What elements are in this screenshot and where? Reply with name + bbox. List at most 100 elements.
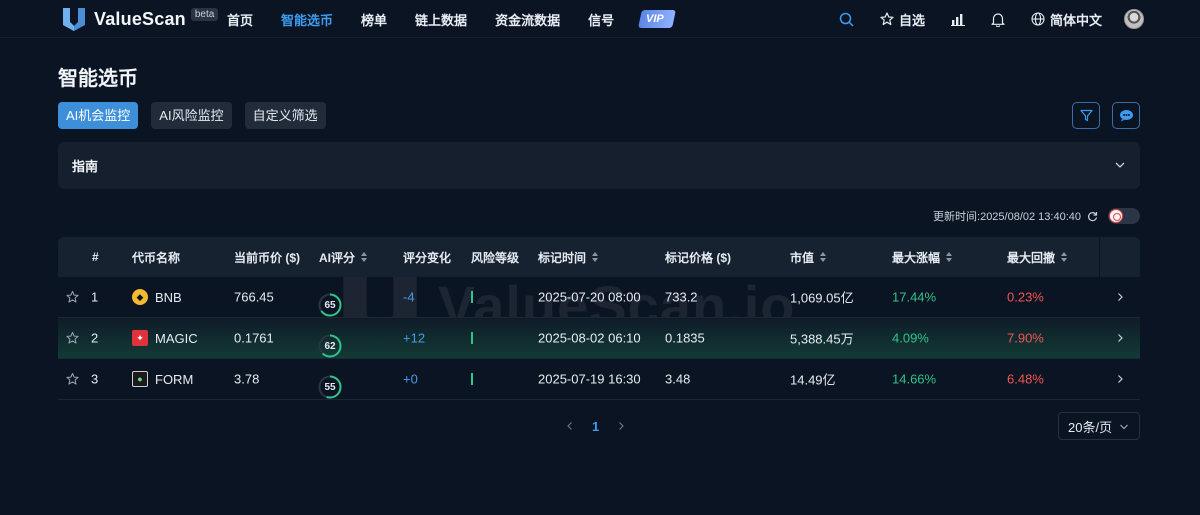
valuescan-logo-icon xyxy=(63,8,85,31)
menu-item-home[interactable]: 首页 xyxy=(227,10,253,29)
prev-page-button[interactable] xyxy=(560,416,580,436)
mark-price: 3.48 xyxy=(665,371,691,387)
filter-button[interactable] xyxy=(1072,102,1100,129)
col-mark-time[interactable]: 标记时间 xyxy=(538,249,599,266)
menu-item-rankings[interactable]: 榜单 xyxy=(361,10,387,29)
notifications-button[interactable] xyxy=(991,12,1005,27)
language-selector[interactable]: 简体中文 xyxy=(1031,10,1102,29)
ai-chat-button[interactable] xyxy=(1112,102,1140,129)
col-score-change: 评分变化 xyxy=(403,250,452,265)
score-change: -4 xyxy=(403,289,415,305)
search-button[interactable] xyxy=(839,12,854,27)
table-body: 1 ◆ BNB 766.45 65 -4 2025-07-20 08:00 73… xyxy=(58,277,1140,400)
logo[interactable]: ValueScan beta xyxy=(62,6,219,32)
page-title: 智能选币 xyxy=(58,68,138,90)
vip-badge[interactable]: VIP xyxy=(638,10,676,28)
search-icon xyxy=(839,12,854,27)
chevron-left-icon xyxy=(567,422,572,430)
ai-score-ring: 62 xyxy=(318,334,342,358)
row-rank: 3 xyxy=(91,371,99,387)
market-cap: 1,069.05亿 xyxy=(790,290,854,306)
max-drawdown: 0.23% xyxy=(1007,289,1044,305)
right-nav: 自选 简体中文 xyxy=(813,0,1144,38)
menu-item-signals[interactable]: 信号 xyxy=(588,10,614,29)
tab-ai-risk[interactable]: AI风险监控 xyxy=(151,102,232,129)
magic-coin-icon: ✦ xyxy=(132,330,148,346)
star-icon[interactable] xyxy=(66,372,79,386)
menu-item-smart-pick[interactable]: 智能选币 xyxy=(281,10,333,29)
max-gain: 4.09% xyxy=(892,330,929,346)
page-size-value: 20条/页 xyxy=(1068,419,1113,435)
form-coin-icon: ● xyxy=(132,371,148,387)
risk-level-indicator xyxy=(471,332,473,344)
user-avatar[interactable] xyxy=(1124,9,1144,29)
max-gain: 17.44% xyxy=(892,289,937,305)
bar-chart-icon xyxy=(950,14,965,26)
table-row[interactable]: 2 ✦ MAGIC 0.1761 62 +12 2025-08-02 06:10… xyxy=(58,318,1140,359)
watchlist-label: 自选 xyxy=(898,12,925,28)
market-cap: 5,388.45万 xyxy=(790,331,854,347)
next-page-button[interactable] xyxy=(611,416,631,436)
col-token-name: 代币名称 xyxy=(132,250,181,265)
row-rank: 2 xyxy=(91,330,99,346)
monitor-tabs: AI机会监控 AI风险监控 自定义筛选 xyxy=(58,102,339,129)
mark-time: 2025-07-19 16:30 xyxy=(538,371,641,387)
mark-time: 2025-08-02 06:10 xyxy=(538,330,641,346)
watchlist-button[interactable]: 自选 xyxy=(880,10,925,29)
sort-icon[interactable] xyxy=(946,252,953,262)
column-divider xyxy=(1099,237,1100,277)
star-icon xyxy=(880,12,894,26)
token-name: BNB xyxy=(155,289,182,305)
col-market-cap[interactable]: 市值 xyxy=(790,249,827,266)
score-change: +0 xyxy=(403,371,418,387)
col-rank: # xyxy=(92,250,99,264)
auto-refresh-toggle[interactable] xyxy=(1108,208,1140,224)
col-ai-score[interactable]: AI评分 xyxy=(319,249,368,266)
col-max-drawdown[interactable]: 最大回撤 xyxy=(1007,249,1068,266)
page-size-select[interactable]: 20条/页 xyxy=(1058,412,1140,440)
chevron-right-icon[interactable] xyxy=(1115,374,1125,384)
language-label: 简体中文 xyxy=(1049,12,1102,28)
chevron-right-icon[interactable] xyxy=(1115,292,1125,302)
chevron-right-icon[interactable] xyxy=(1115,333,1125,343)
risk-level-indicator xyxy=(471,291,473,303)
menu-item-onchain-data[interactable]: 链上数据 xyxy=(415,10,467,29)
coin-table: # 代币名称 当前币价 ($) AI评分 评分变化 风险等级 标记时间 标记价格… xyxy=(58,237,1140,400)
star-icon[interactable] xyxy=(66,331,79,345)
refresh-icon[interactable] xyxy=(1087,211,1098,222)
score-ring-icon xyxy=(318,334,342,358)
current-price: 3.78 xyxy=(234,371,260,387)
guide-panel[interactable]: 指南 xyxy=(58,142,1140,189)
mark-time: 2025-07-20 08:00 xyxy=(538,289,641,305)
star-icon[interactable] xyxy=(66,290,79,304)
table-row[interactable]: 1 ◆ BNB 766.45 65 -4 2025-07-20 08:00 73… xyxy=(58,277,1140,318)
col-max-gain[interactable]: 最大涨幅 xyxy=(892,249,953,266)
mark-price: 733.2 xyxy=(665,289,698,305)
main-menu: 首页 智能选币 榜单 链上数据 资金流数据 信号 VIP xyxy=(227,0,676,38)
tab-custom-filter[interactable]: 自定义筛选 xyxy=(244,102,326,129)
token-cell[interactable]: ● FORM xyxy=(132,371,193,387)
col-risk-level: 风险等级 xyxy=(471,250,520,265)
table-row[interactable]: 3 ● FORM 3.78 55 +0 2025-07-19 16:30 3.4… xyxy=(58,359,1140,400)
col-mark-price: 标记价格 ($) xyxy=(665,250,732,265)
globe-icon xyxy=(1031,12,1045,26)
score-ring-icon xyxy=(318,375,342,399)
sort-icon[interactable] xyxy=(820,252,827,262)
page-number[interactable]: 1 xyxy=(592,419,599,434)
risk-level-indicator xyxy=(471,373,473,385)
pagination: 1 xyxy=(560,416,631,436)
token-cell[interactable]: ◆ BNB xyxy=(132,289,182,305)
col-price: 当前币价 ($) xyxy=(234,250,301,265)
menu-item-fund-flow[interactable]: 资金流数据 xyxy=(495,10,560,29)
max-gain: 14.66% xyxy=(892,371,937,387)
sort-icon[interactable] xyxy=(592,252,599,262)
update-time: 更新时间:2025/08/02 13:40:40 xyxy=(933,211,1081,223)
tab-ai-opportunity[interactable]: AI机会监控 xyxy=(58,102,139,129)
brand-name: ValueScan xyxy=(94,8,186,29)
sort-icon[interactable] xyxy=(1061,252,1068,262)
chart-button[interactable] xyxy=(950,12,965,26)
sort-icon[interactable] xyxy=(361,252,368,262)
market-cap: 14.49亿 xyxy=(790,372,836,388)
token-cell[interactable]: ✦ MAGIC xyxy=(132,330,198,346)
current-price: 766.45 xyxy=(234,289,274,305)
